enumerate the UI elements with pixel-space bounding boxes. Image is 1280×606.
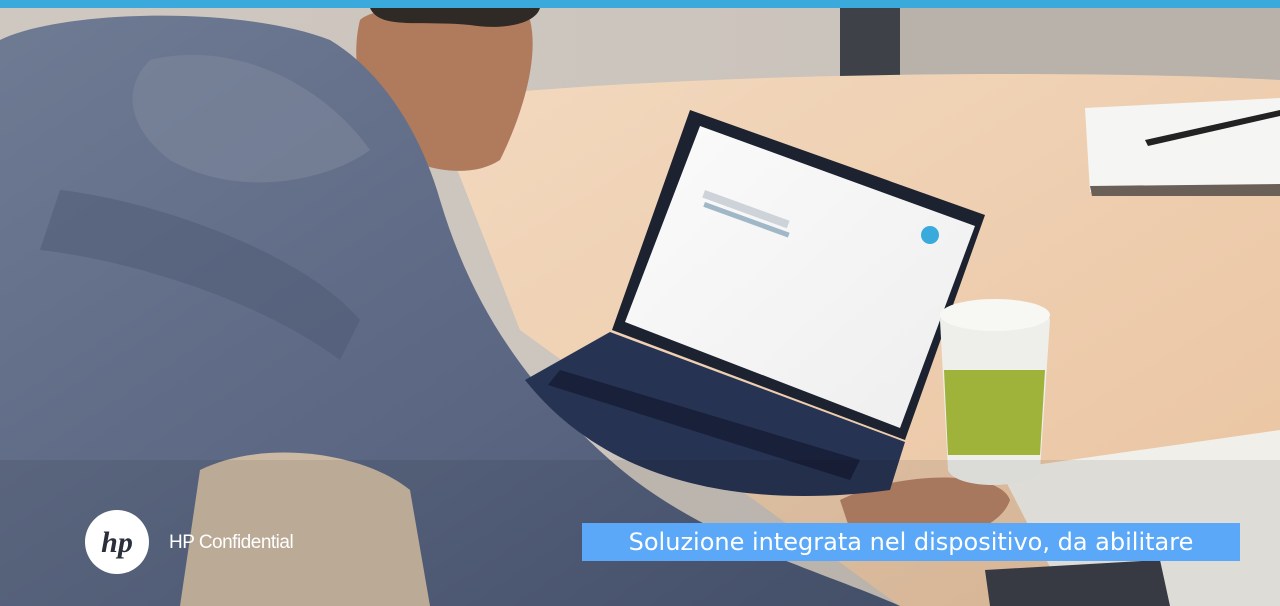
hp-logo: hp: [85, 510, 149, 574]
svg-text:hp: hp: [101, 526, 133, 559]
coffee-cup-icon: [940, 299, 1050, 485]
confidential-label: HP Confidential: [169, 532, 294, 553]
info-banner: Soluzione integrata nel dispositivo, da …: [582, 523, 1240, 561]
background-photo: [0, 8, 1280, 606]
top-accent-bar: [0, 0, 1280, 8]
notebook-icon: [1085, 98, 1280, 196]
